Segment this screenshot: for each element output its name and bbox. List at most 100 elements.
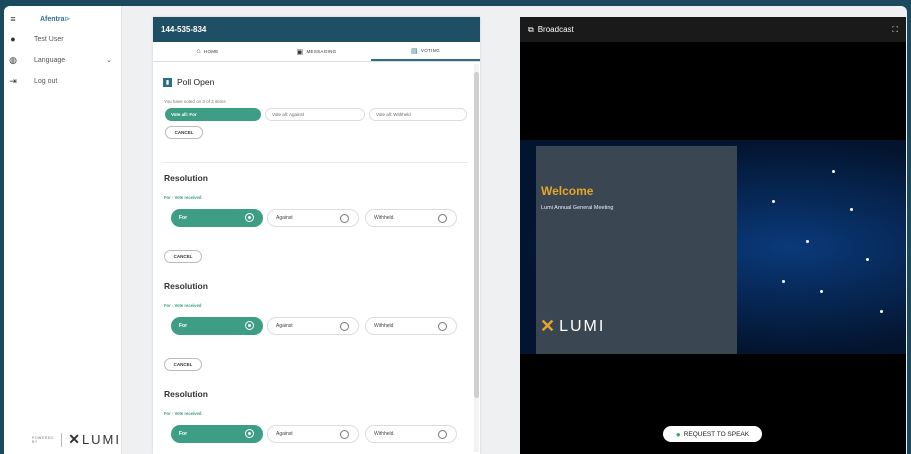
sidebar-item-label: Test User: [34, 35, 64, 43]
option-withheld[interactable]: Withheld: [365, 425, 457, 443]
network-dot: [772, 200, 775, 203]
vote-all-for-button[interactable]: Vote all: For: [165, 108, 261, 121]
resolution-title: Resolution: [164, 281, 208, 291]
slide-lumi-logo: ✕ LUMI: [540, 316, 605, 337]
option-for[interactable]: For: [171, 425, 263, 443]
voted-count-text: You have voted on 3 of 3 items: [164, 99, 226, 104]
network-dot: [820, 290, 823, 293]
messaging-icon: ▣: [296, 48, 304, 56]
option-label: Withheld: [374, 215, 394, 221]
resolution-title: Resolution: [164, 173, 208, 183]
option-against[interactable]: Against: [267, 425, 359, 443]
user-icon: ●: [10, 34, 16, 44]
option-withheld[interactable]: Withheld: [365, 317, 457, 335]
slide-subtitle: Lumi Annual General Meeting: [541, 205, 614, 211]
radio-icon: [340, 430, 349, 439]
network-dot: [850, 208, 853, 211]
radio-icon: [438, 214, 447, 223]
sidebar-item-label: Log out: [34, 77, 58, 85]
tab-bar: ⌂ HOME ▣ MESSAGING ▤ VOTING: [153, 42, 480, 62]
slide-title: Welcome: [541, 184, 594, 198]
lumi-logo-text: LUMI: [81, 432, 121, 447]
voting-icon: ▤: [411, 47, 418, 55]
app-frame: ≡ Afentra⊳ ● Test User ◍ Language ⌄ ⇥ Lo…: [4, 6, 907, 454]
resolution-status: For - Vote received: [164, 303, 202, 308]
sidebar-header: ≡ Afentra⊳: [4, 10, 122, 28]
powered-by-text: POWERED BY: [32, 435, 54, 444]
option-against[interactable]: Against: [267, 317, 359, 335]
broadcast-panel: ⧉ Broadcast ⛶ Welcome Lumi Annual Genera…: [520, 17, 906, 454]
resolution-title: Resolution: [164, 389, 208, 399]
network-dot: [866, 258, 869, 261]
poll-chart-icon: ▮: [163, 77, 172, 87]
vote-all-against-button[interactable]: Vote all: Against: [265, 108, 365, 121]
voting-content: ▮ Poll Open You have voted on 3 of 3 ite…: [153, 62, 473, 454]
option-label: Against: [276, 215, 293, 221]
network-dot: [782, 280, 785, 283]
option-label: For: [179, 215, 188, 221]
option-withheld[interactable]: Withheld: [365, 209, 457, 227]
option-label: Withheld: [374, 323, 394, 329]
voting-scrollbar[interactable]: [474, 64, 479, 452]
powered-by-footer: POWERED BY ✕ LUMI: [32, 431, 121, 448]
hamburger-icon[interactable]: ≡: [4, 14, 22, 24]
sidebar-item-user[interactable]: ● Test User: [4, 30, 122, 48]
sidebar-item-logout[interactable]: ⇥ Log out: [4, 72, 122, 90]
resolution-status: For - Vote received: [164, 195, 202, 200]
vote-all-withheld-button[interactable]: Vote all: Withheld: [369, 108, 467, 121]
meeting-id: 144-535-834: [161, 25, 207, 34]
meeting-id-header: 144-535-834: [153, 17, 480, 42]
cancel-vote-button[interactable]: CANCEL: [164, 358, 202, 371]
section-divider: [163, 162, 468, 163]
option-against[interactable]: Against: [267, 209, 359, 227]
tab-voting[interactable]: ▤ VOTING: [371, 42, 480, 61]
tab-label: VOTING: [420, 48, 440, 53]
broadcast-header: ⧉ Broadcast: [520, 17, 906, 42]
logout-icon: ⇥: [9, 75, 17, 86]
footer-divider: [61, 432, 63, 447]
option-label: Against: [276, 431, 293, 437]
radio-selected-icon: [245, 429, 254, 438]
network-dot: [832, 170, 835, 173]
tab-messaging[interactable]: ▣ MESSAGING: [262, 42, 371, 61]
tab-home[interactable]: ⌂ HOME: [153, 42, 262, 61]
radio-icon: [340, 322, 349, 331]
poll-title-text: Poll Open: [177, 77, 215, 87]
radio-icon: [438, 430, 447, 439]
option-label: Against: [276, 323, 293, 329]
cast-icon: ⧉: [528, 24, 534, 34]
radio-icon: [340, 214, 349, 223]
slide-logo-text: LUMI: [559, 317, 606, 335]
option-for[interactable]: For: [171, 209, 263, 227]
lumi-x-icon: ✕: [68, 431, 80, 447]
option-label: For: [179, 431, 188, 437]
radio-selected-icon: [245, 321, 254, 330]
home-icon: ⌂: [196, 48, 201, 55]
request-to-speak-button[interactable]: ● REQUEST TO SPEAK: [663, 426, 762, 442]
broadcast-title: Broadcast: [537, 25, 574, 34]
network-dot: [806, 240, 809, 243]
tab-label: MESSAGING: [306, 49, 337, 54]
request-to-speak-label: REQUEST TO SPEAK: [683, 430, 750, 438]
sidebar-item-label: Language: [34, 56, 66, 64]
scrollbar-thumb[interactable]: [474, 72, 479, 398]
cancel-all-button[interactable]: CANCEL: [165, 126, 203, 139]
voting-panel: 144-535-834 ⌂ HOME ▣ MESSAGING ▤ VOTING …: [153, 17, 480, 454]
microphone-icon: ●: [675, 429, 681, 439]
sidebar: ≡ Afentra⊳ ● Test User ◍ Language ⌄ ⇥ Lo…: [4, 6, 122, 454]
resolution-status: For - Vote received: [164, 411, 202, 416]
fullscreen-icon[interactable]: ⛶: [892, 25, 898, 35]
option-for[interactable]: For: [171, 317, 263, 335]
radio-selected-icon: [245, 213, 254, 222]
option-label: For: [179, 323, 188, 329]
chevron-down-icon: ⌄: [106, 57, 112, 64]
sidebar-item-language[interactable]: ◍ Language ⌄: [4, 51, 122, 69]
option-label: Withheld: [374, 431, 394, 437]
poll-title: ▮ Poll Open: [163, 77, 214, 87]
cancel-vote-button[interactable]: CANCEL: [164, 250, 202, 263]
lumi-x-icon: ✕: [540, 316, 556, 336]
video-stream: Welcome Lumi Annual General Meeting ✕ LU…: [520, 140, 906, 354]
network-dot: [880, 310, 883, 313]
tab-label: HOME: [203, 49, 219, 54]
globe-icon: ◍: [9, 54, 17, 65]
